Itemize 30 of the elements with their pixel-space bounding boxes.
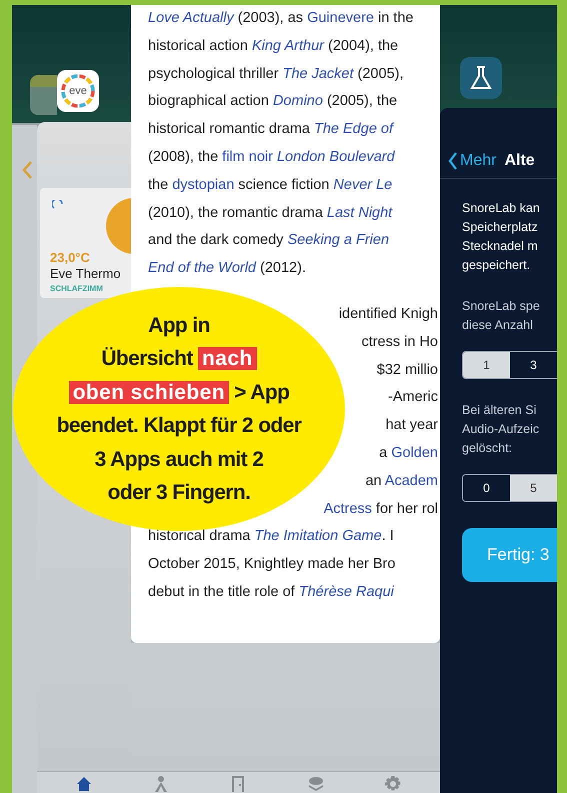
- article-line: October 2015, Knightley made her Bro: [148, 555, 396, 574]
- article-line: an Academ: [365, 472, 438, 491]
- device-name: Eve Thermo: [50, 266, 121, 281]
- article-line: End of the World (2012).: [148, 259, 306, 278]
- callout-text: App in Übersicht nach oben schieben > App beendet. Klappt für 2 oder 3 Apps auch mit 2 oder 3 Fingern.: [56, 312, 302, 506]
- setting-description: Bei älteren Si Audio-Aufzeic gelöscht:: [462, 402, 540, 457]
- article-line: Actress for her rol: [324, 500, 438, 519]
- article-line: (2008), the film noir London Boulevard: [148, 148, 395, 167]
- article-line: identified Knigh: [338, 304, 438, 324]
- article-line: (2010), the romantic drama Last Night: [148, 204, 392, 223]
- logo-text: eve: [69, 85, 87, 97]
- article-line: -Americ: [388, 388, 438, 408]
- setting-description: SnoreLab spe diese Anzahl: [462, 298, 541, 334]
- article-line: $32 millio: [376, 360, 438, 380]
- description-text: SnoreLab kan Speicherplatz Stecknadel m gespeichert.: [462, 200, 541, 274]
- article-line: and the dark comedy Seeking a Frien: [148, 231, 390, 250]
- room-label: SCHLAFZIMM: [50, 284, 103, 293]
- article-line: a Golden: [379, 444, 438, 463]
- article-line: the dystopian science fiction Never Le: [148, 176, 392, 195]
- article-line: biographical action Domino (2005), the: [148, 92, 398, 112]
- article-line: historical action King Arthur (2004), the: [148, 36, 398, 56]
- article-line: debut in the title role of Thérèse Raqui: [148, 582, 394, 602]
- article-line: ctress in Ho: [361, 332, 438, 352]
- article-line: psychological thriller The Jacket (2005),: [148, 64, 404, 84]
- temperature-reading: 23,0°C: [50, 250, 90, 265]
- article-line: Love Actually (2003), as Guinevere in the: [148, 9, 414, 28]
- article-line: historical drama The Imitation Game. I: [148, 527, 394, 546]
- article-line: historical romantic drama The Edge of: [148, 120, 393, 140]
- article-line: hat year: [386, 416, 438, 436]
- screen-title: Alte: [504, 152, 535, 170]
